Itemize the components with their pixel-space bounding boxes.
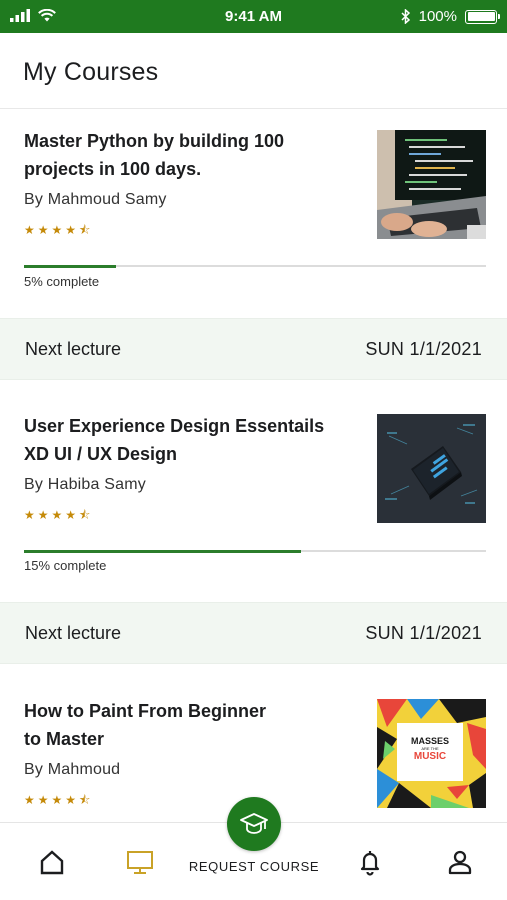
nav-profile[interactable] [446,848,474,876]
course-author: By Mahmoud Samy [24,191,167,208]
course-title[interactable]: User Experience Design Essentails XD UI … [24,412,344,468]
nav-notifications[interactable] [356,848,384,876]
nav-home[interactable] [38,848,66,876]
poster-text: MASSES ARE THE MUSIC [397,723,463,781]
next-lecture-label: Next lecture [25,339,122,359]
phone-ui-image [377,414,486,523]
progress-text: 15% complete [24,558,107,573]
home-icon [40,850,64,875]
laptop-code-image [377,130,486,239]
rating-stars: ★★★★⯪ [24,223,94,237]
course-author: By Habiba Samy [24,476,146,493]
next-lecture-date: SUN 1/1/2021 [365,623,482,643]
rating-stars: ★★★★⯪ [24,508,94,522]
course-thumbnail[interactable] [377,414,486,523]
course-title[interactable]: Master Python by building 100 projects i… [24,127,344,183]
profile-icon [448,850,472,875]
next-lecture-date: SUN 1/1/2021 [365,339,482,359]
progress-fill [24,264,116,268]
status-bar: 9:41 AM 100% [0,0,507,33]
next-lecture-label: Next lecture [25,623,122,643]
graduation-cap-icon [240,813,268,834]
bell-icon [360,851,380,876]
battery-icon [465,9,500,24]
page-title: My Courses [23,58,159,86]
next-lecture-bar[interactable]: Next lecture SUN 1/1/2021 [0,602,507,664]
poster-line-3: MUSIC [413,751,447,762]
nav-my-courses[interactable] [126,848,154,876]
progress-text: 5% complete [24,274,100,289]
status-right: 100% [401,8,500,25]
progress-bar [24,264,486,268]
course-card[interactable]: User Experience Design Essentails XD UI … [0,380,507,602]
my-courses-icon [127,851,153,874]
next-lecture-bar[interactable]: Next lecture SUN 1/1/2021 [0,318,507,380]
request-course-label[interactable]: REQUEST COURSE [180,859,328,874]
course-thumbnail[interactable]: MASSES ARE THE MUSIC [377,699,486,808]
course-card[interactable]: Master Python by building 100 projects i… [0,110,507,318]
bluetooth-icon [401,9,410,24]
poster-line-1: MASSES [410,736,449,746]
rating-stars: ★★★★⯪ [24,793,94,807]
course-title[interactable]: How to Paint From Beginner to Master [24,697,284,753]
page-header: My Courses [0,33,507,109]
battery-percent: 100% [418,8,457,25]
progress-bar [24,549,486,553]
request-course-button[interactable] [227,797,281,851]
progress-fill [24,549,301,553]
course-author: By Mahmoud [24,761,121,778]
course-thumbnail[interactable] [377,130,486,239]
